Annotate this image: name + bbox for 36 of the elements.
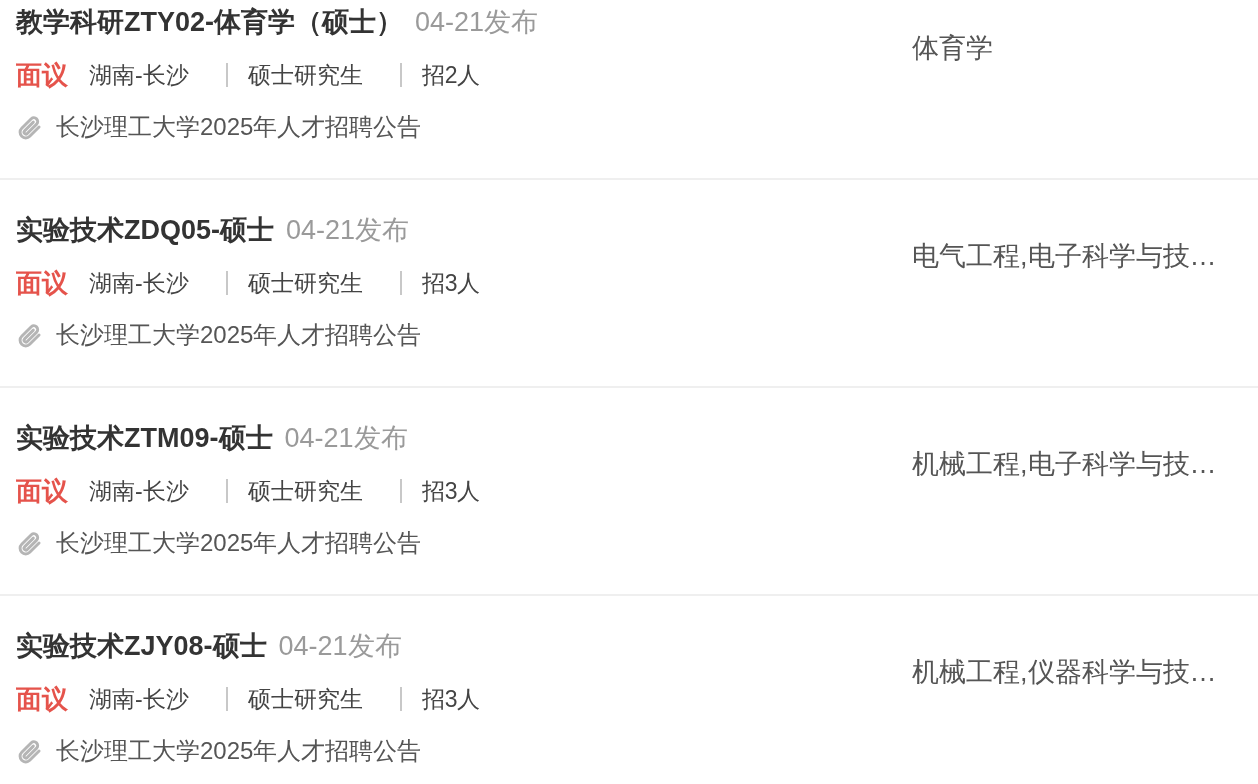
publish-date: 04-21发布 [284, 422, 408, 455]
job-title: 实验技术ZDQ05-硕士 [16, 214, 275, 247]
paperclip-icon [16, 529, 43, 557]
education-text: 硕士研究生 [247, 268, 363, 298]
majors-text: 机械工程,电子科学与技… [912, 449, 1217, 479]
education-text: 硕士研究生 [247, 60, 363, 90]
majors-text: 体育学 [912, 33, 993, 63]
location-text: 湖南-长沙 [89, 684, 189, 714]
publish-date: 04-21发布 [286, 214, 410, 247]
salary-text: 面议 [16, 474, 68, 508]
announcement-link[interactable]: 长沙理工大学2025年人才招聘公告 [56, 319, 422, 351]
education-text: 硕士研究生 [247, 684, 363, 714]
job-title: 教学科研ZTY02-体育学（硕士） [16, 6, 404, 39]
announcement-link[interactable]: 长沙理工大学2025年人才招聘公告 [56, 735, 422, 767]
salary-text: 面议 [16, 266, 68, 300]
publish-date: 04-21发布 [415, 6, 539, 39]
salary-text: 面议 [16, 58, 68, 92]
location-text: 湖南-长沙 [89, 476, 189, 506]
majors-text: 机械工程,仪器科学与技… [912, 657, 1217, 687]
salary-text: 面议 [16, 682, 68, 716]
job-title: 实验技术ZTM09-硕士 [16, 422, 273, 455]
education-text: 硕士研究生 [247, 476, 363, 506]
job-title: 实验技术ZJY08-硕士 [16, 630, 267, 663]
announcement-link[interactable]: 长沙理工大学2025年人才招聘公告 [56, 111, 422, 143]
headcount-text: 招3人 [421, 684, 481, 714]
majors-text: 电气工程,电子科学与技… [912, 241, 1217, 271]
location-text: 湖南-长沙 [89, 268, 189, 298]
location-text: 湖南-长沙 [89, 60, 189, 90]
headcount-text: 招2人 [421, 60, 481, 90]
paperclip-icon [16, 737, 43, 765]
headcount-text: 招3人 [421, 476, 481, 506]
paperclip-icon [16, 113, 43, 141]
headcount-text: 招3人 [421, 268, 481, 298]
publish-date: 04-21发布 [278, 630, 402, 663]
announcement-link[interactable]: 长沙理工大学2025年人才招聘公告 [56, 527, 422, 559]
paperclip-icon [16, 321, 43, 349]
